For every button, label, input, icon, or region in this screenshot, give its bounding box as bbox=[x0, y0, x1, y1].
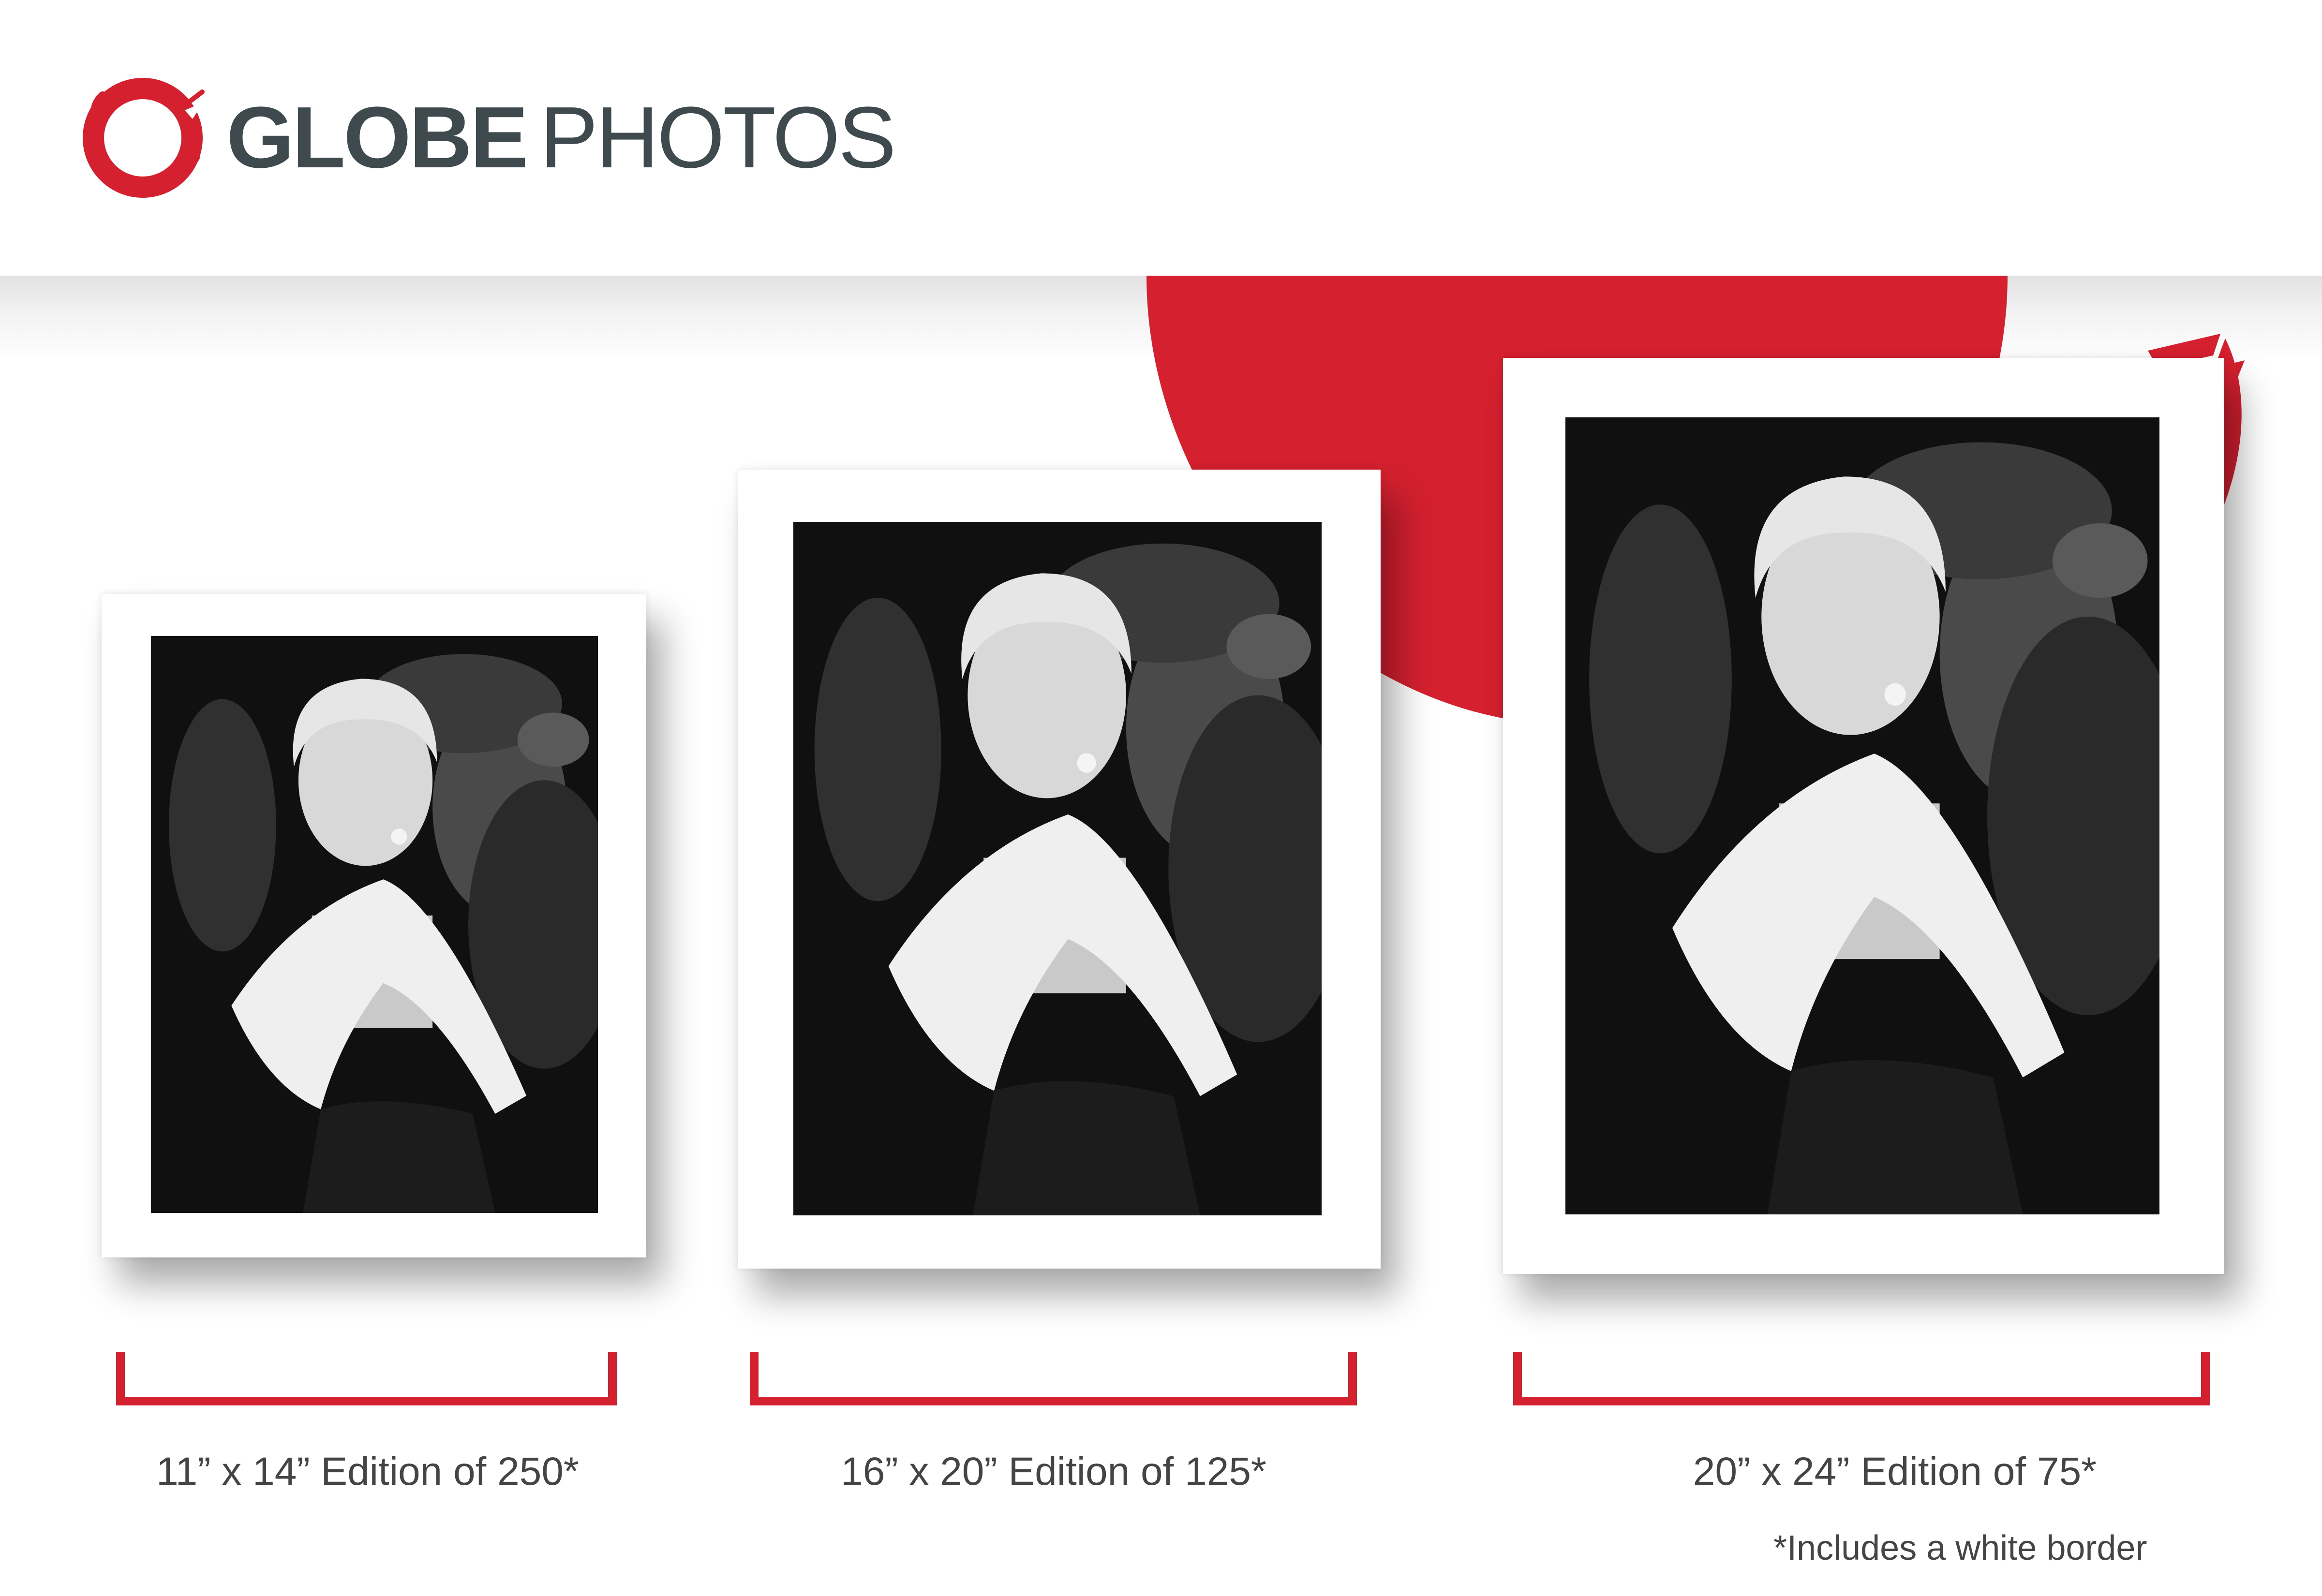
portrait-photo-small bbox=[151, 636, 598, 1213]
brand-logo-text: GLOBE PHOTOS bbox=[226, 82, 896, 193]
site-header: GLOBE PHOTOS bbox=[0, 0, 2322, 276]
print-frame-large bbox=[1503, 358, 2224, 1274]
brand-name-light: PHOTOS bbox=[540, 89, 896, 186]
red-ring-brush-icon bbox=[77, 73, 208, 203]
print-size-label-medium: 16” x 20” Edition of 125* bbox=[841, 1449, 1266, 1493]
size-bracket-small bbox=[116, 1352, 617, 1405]
print-size-label-small: 11” x 14” Edition of 250* bbox=[156, 1449, 579, 1493]
print-frame-small bbox=[102, 594, 646, 1257]
brand-name-bold: GLOBE bbox=[226, 89, 528, 186]
size-bracket-large bbox=[1513, 1352, 2210, 1405]
print-frame-medium bbox=[738, 470, 1381, 1269]
portrait-photo-medium bbox=[793, 522, 1322, 1215]
print-size-label-large: 20” x 24” Edition of 75* bbox=[1693, 1449, 2097, 1493]
size-bracket-medium bbox=[750, 1352, 1357, 1405]
white-border-footnote: *Includes a white border bbox=[1773, 1529, 2147, 1567]
portrait-photo-large bbox=[1565, 417, 2159, 1214]
